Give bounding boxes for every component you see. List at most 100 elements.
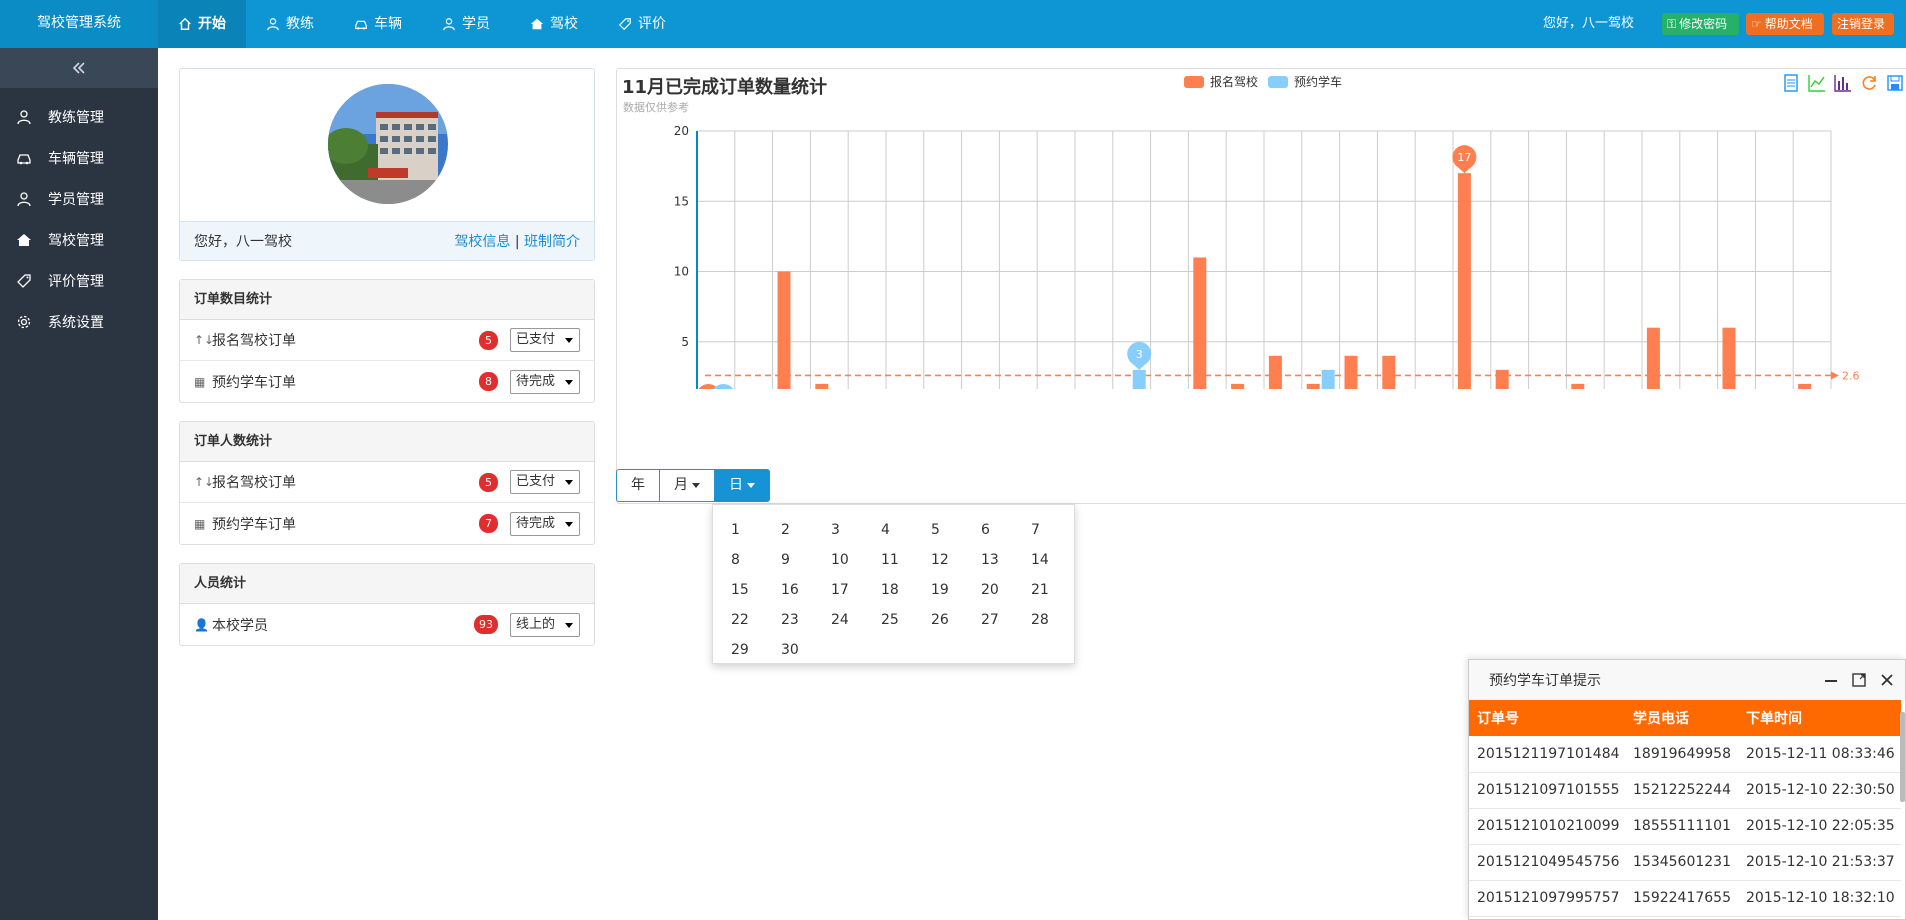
day-option[interactable]: 12 xyxy=(931,545,981,575)
day-option[interactable]: 19 xyxy=(931,575,981,605)
day-option[interactable]: 16 xyxy=(781,575,831,605)
day-option[interactable]: 28 xyxy=(1031,605,1081,635)
day-option[interactable]: 27 xyxy=(981,605,1031,635)
day-option[interactable]: 24 xyxy=(831,605,881,635)
day-picker-menu: 1 2 3 4 5 6 7 8 9 10 11 12 13 14 15 16 17 18 19 20 21 22 23 24 2… xyxy=(712,504,1075,664)
table-row[interactable]: 2015121097101555 15212252244 2015-12-10 22… xyxy=(1469,772,1901,809)
count-badge: 7 xyxy=(479,514,498,533)
minimize-icon[interactable] xyxy=(1823,672,1839,688)
nav-item-review[interactable]: 评价 xyxy=(598,0,686,48)
sidebar-item-school[interactable]: 驾校管理 xyxy=(0,219,158,260)
nav-item-vehicle[interactable]: 车辆 xyxy=(334,0,422,48)
booking-order-popup: 预约学车订单提示 订单号 学员电话 下单时间 2015121197101484 1… xyxy=(1468,659,1906,920)
sidebar-item-coach[interactable]: 教练管理 xyxy=(0,96,158,137)
sidebar-item-review[interactable]: 评价管理 xyxy=(0,260,158,301)
day-option[interactable]: 7 xyxy=(1031,515,1081,545)
nav-item-student[interactable]: 学员 xyxy=(422,0,510,48)
day-option[interactable]: 4 xyxy=(881,515,931,545)
y-tick-label: 20 xyxy=(674,124,689,138)
day-dropdown-button[interactable]: 日 xyxy=(714,469,770,502)
popup-scrollbar[interactable] xyxy=(1900,712,1905,802)
collapse-sidebar-button[interactable] xyxy=(0,48,158,88)
day-option[interactable]: 26 xyxy=(931,605,981,635)
popup-title: 预约学车订单提示 xyxy=(1489,673,1601,689)
day-option[interactable]: 9 xyxy=(781,545,831,575)
row-label: 预约学车订单 xyxy=(212,516,296,533)
key-icon: ⚿ xyxy=(1667,17,1677,31)
day-option[interactable]: 15 xyxy=(731,575,781,605)
status-select[interactable]: 已支付 xyxy=(510,470,580,494)
nav-item-school[interactable]: 驾校 xyxy=(510,0,598,48)
time-cell: 2015-12-10 21:53:37 xyxy=(1738,844,1901,881)
day-option[interactable]: 29 xyxy=(731,635,781,665)
table-row[interactable]: 2015121197101484 18919649958 2015-12-11 08… xyxy=(1469,736,1901,773)
day-option[interactable]: 22 xyxy=(731,605,781,635)
tag-icon xyxy=(618,18,631,31)
tag-icon xyxy=(17,273,31,288)
help-docs-label: 帮助文档 xyxy=(1764,17,1813,31)
day-option[interactable]: 23 xyxy=(781,605,831,635)
help-docs-button[interactable]: ☞ 帮助文档 xyxy=(1746,13,1824,35)
table-row[interactable]: 2015121097995757 15922417655 2015-12-10 18… xyxy=(1469,880,1901,917)
order-count-panel: 订单数目统计 ↑↓ 报名驾校订单 5 已支付 ▦ 预约学车订单 8 待完成 xyxy=(179,279,595,403)
table-header-row: 订单号 学员电话 下单时间 xyxy=(1469,700,1901,736)
day-option[interactable]: 11 xyxy=(881,545,931,575)
day-option[interactable]: 18 xyxy=(881,575,931,605)
sidebar-item-label: 评价管理 xyxy=(48,273,104,290)
day-option[interactable]: 5 xyxy=(931,515,981,545)
nav-item-coach[interactable]: 教练 xyxy=(246,0,334,48)
day-option[interactable]: 10 xyxy=(831,545,881,575)
y-tick-label: 10 xyxy=(674,265,689,279)
day-option[interactable]: 1 xyxy=(731,515,781,545)
count-badge: 93 xyxy=(474,615,498,634)
day-option[interactable]: 21 xyxy=(1031,575,1081,605)
table-row[interactable]: 2015121010210099 18555111101 2015-12-10 22… xyxy=(1469,808,1901,845)
sidebar-item-settings[interactable]: 系统设置 xyxy=(0,301,158,342)
panel-title: 人员统计 xyxy=(180,564,594,604)
status-select[interactable]: 已支付 xyxy=(510,328,580,352)
bar xyxy=(1495,369,1509,389)
logout-button[interactable]: 注销登录 xyxy=(1832,13,1894,35)
row-label: 本校学员 xyxy=(212,617,268,634)
year-button[interactable]: 年 xyxy=(616,469,660,502)
class-intro-link[interactable]: 班制简介 xyxy=(524,234,580,250)
maximize-icon[interactable] xyxy=(1851,672,1867,688)
time-cell: 2015-12-10 18:32:10 xyxy=(1738,880,1901,917)
sidebar-item-label: 驾校管理 xyxy=(48,232,104,249)
day-option[interactable]: 25 xyxy=(881,605,931,635)
order-table: 订单号 学员电话 下单时间 2015121197101484 1891964995… xyxy=(1469,700,1901,917)
day-option[interactable]: 30 xyxy=(781,635,831,665)
day-option[interactable]: 13 xyxy=(981,545,1031,575)
top-navbar: 驾校管理系统 开始 教练 车辆 学员 驾校 评价 您好，八一驾校 ⚿修改密码 xyxy=(0,0,1906,48)
order-people-panel: 订单人数统计 ↑↓ 报名驾校订单 5 已支付 ▦ 预约学车订单 7 待完成 xyxy=(179,421,595,545)
month-dropdown-button[interactable]: 月 xyxy=(659,469,715,502)
average-label: 2.6 xyxy=(1842,369,1860,382)
status-select[interactable]: 待完成 xyxy=(510,369,580,394)
status-select[interactable]: 待完成 xyxy=(510,511,580,536)
order-id-cell: 2015121097101555 xyxy=(1469,772,1625,809)
school-info-link[interactable]: 驾校信息 xyxy=(454,234,510,250)
year-label: 年 xyxy=(631,477,645,493)
day-option[interactable]: 2 xyxy=(781,515,831,545)
sidebar-item-vehicle[interactable]: 车辆管理 xyxy=(0,137,158,178)
day-option[interactable]: 20 xyxy=(981,575,1031,605)
close-icon[interactable] xyxy=(1879,672,1895,688)
markpoint-label: 3 xyxy=(1136,348,1143,361)
nav-item-start[interactable]: 开始 xyxy=(158,0,246,48)
day-option[interactable]: 3 xyxy=(831,515,881,545)
day-option[interactable]: 17 xyxy=(831,575,881,605)
profile-greeting: 您好，八一驾校 xyxy=(194,234,292,250)
y-tick-label: 5 xyxy=(681,335,689,349)
table-row[interactable]: 2015121049545756 15345601231 2015-12-10 21… xyxy=(1469,844,1901,881)
sidebar-item-label: 学员管理 xyxy=(48,191,104,208)
main-nav: 开始 教练 车辆 学员 驾校 评价 xyxy=(158,0,686,48)
status-select[interactable]: 线上的 xyxy=(510,612,580,637)
gear-icon xyxy=(17,315,31,328)
bar xyxy=(1344,355,1358,389)
sidebar-item-student[interactable]: 学员管理 xyxy=(0,178,158,219)
bar xyxy=(1193,257,1207,389)
day-option[interactable]: 8 xyxy=(731,545,781,575)
day-option[interactable]: 14 xyxy=(1031,545,1081,575)
change-password-button[interactable]: ⚿ 修改密码 xyxy=(1662,13,1739,35)
day-option[interactable]: 6 xyxy=(981,515,1031,545)
